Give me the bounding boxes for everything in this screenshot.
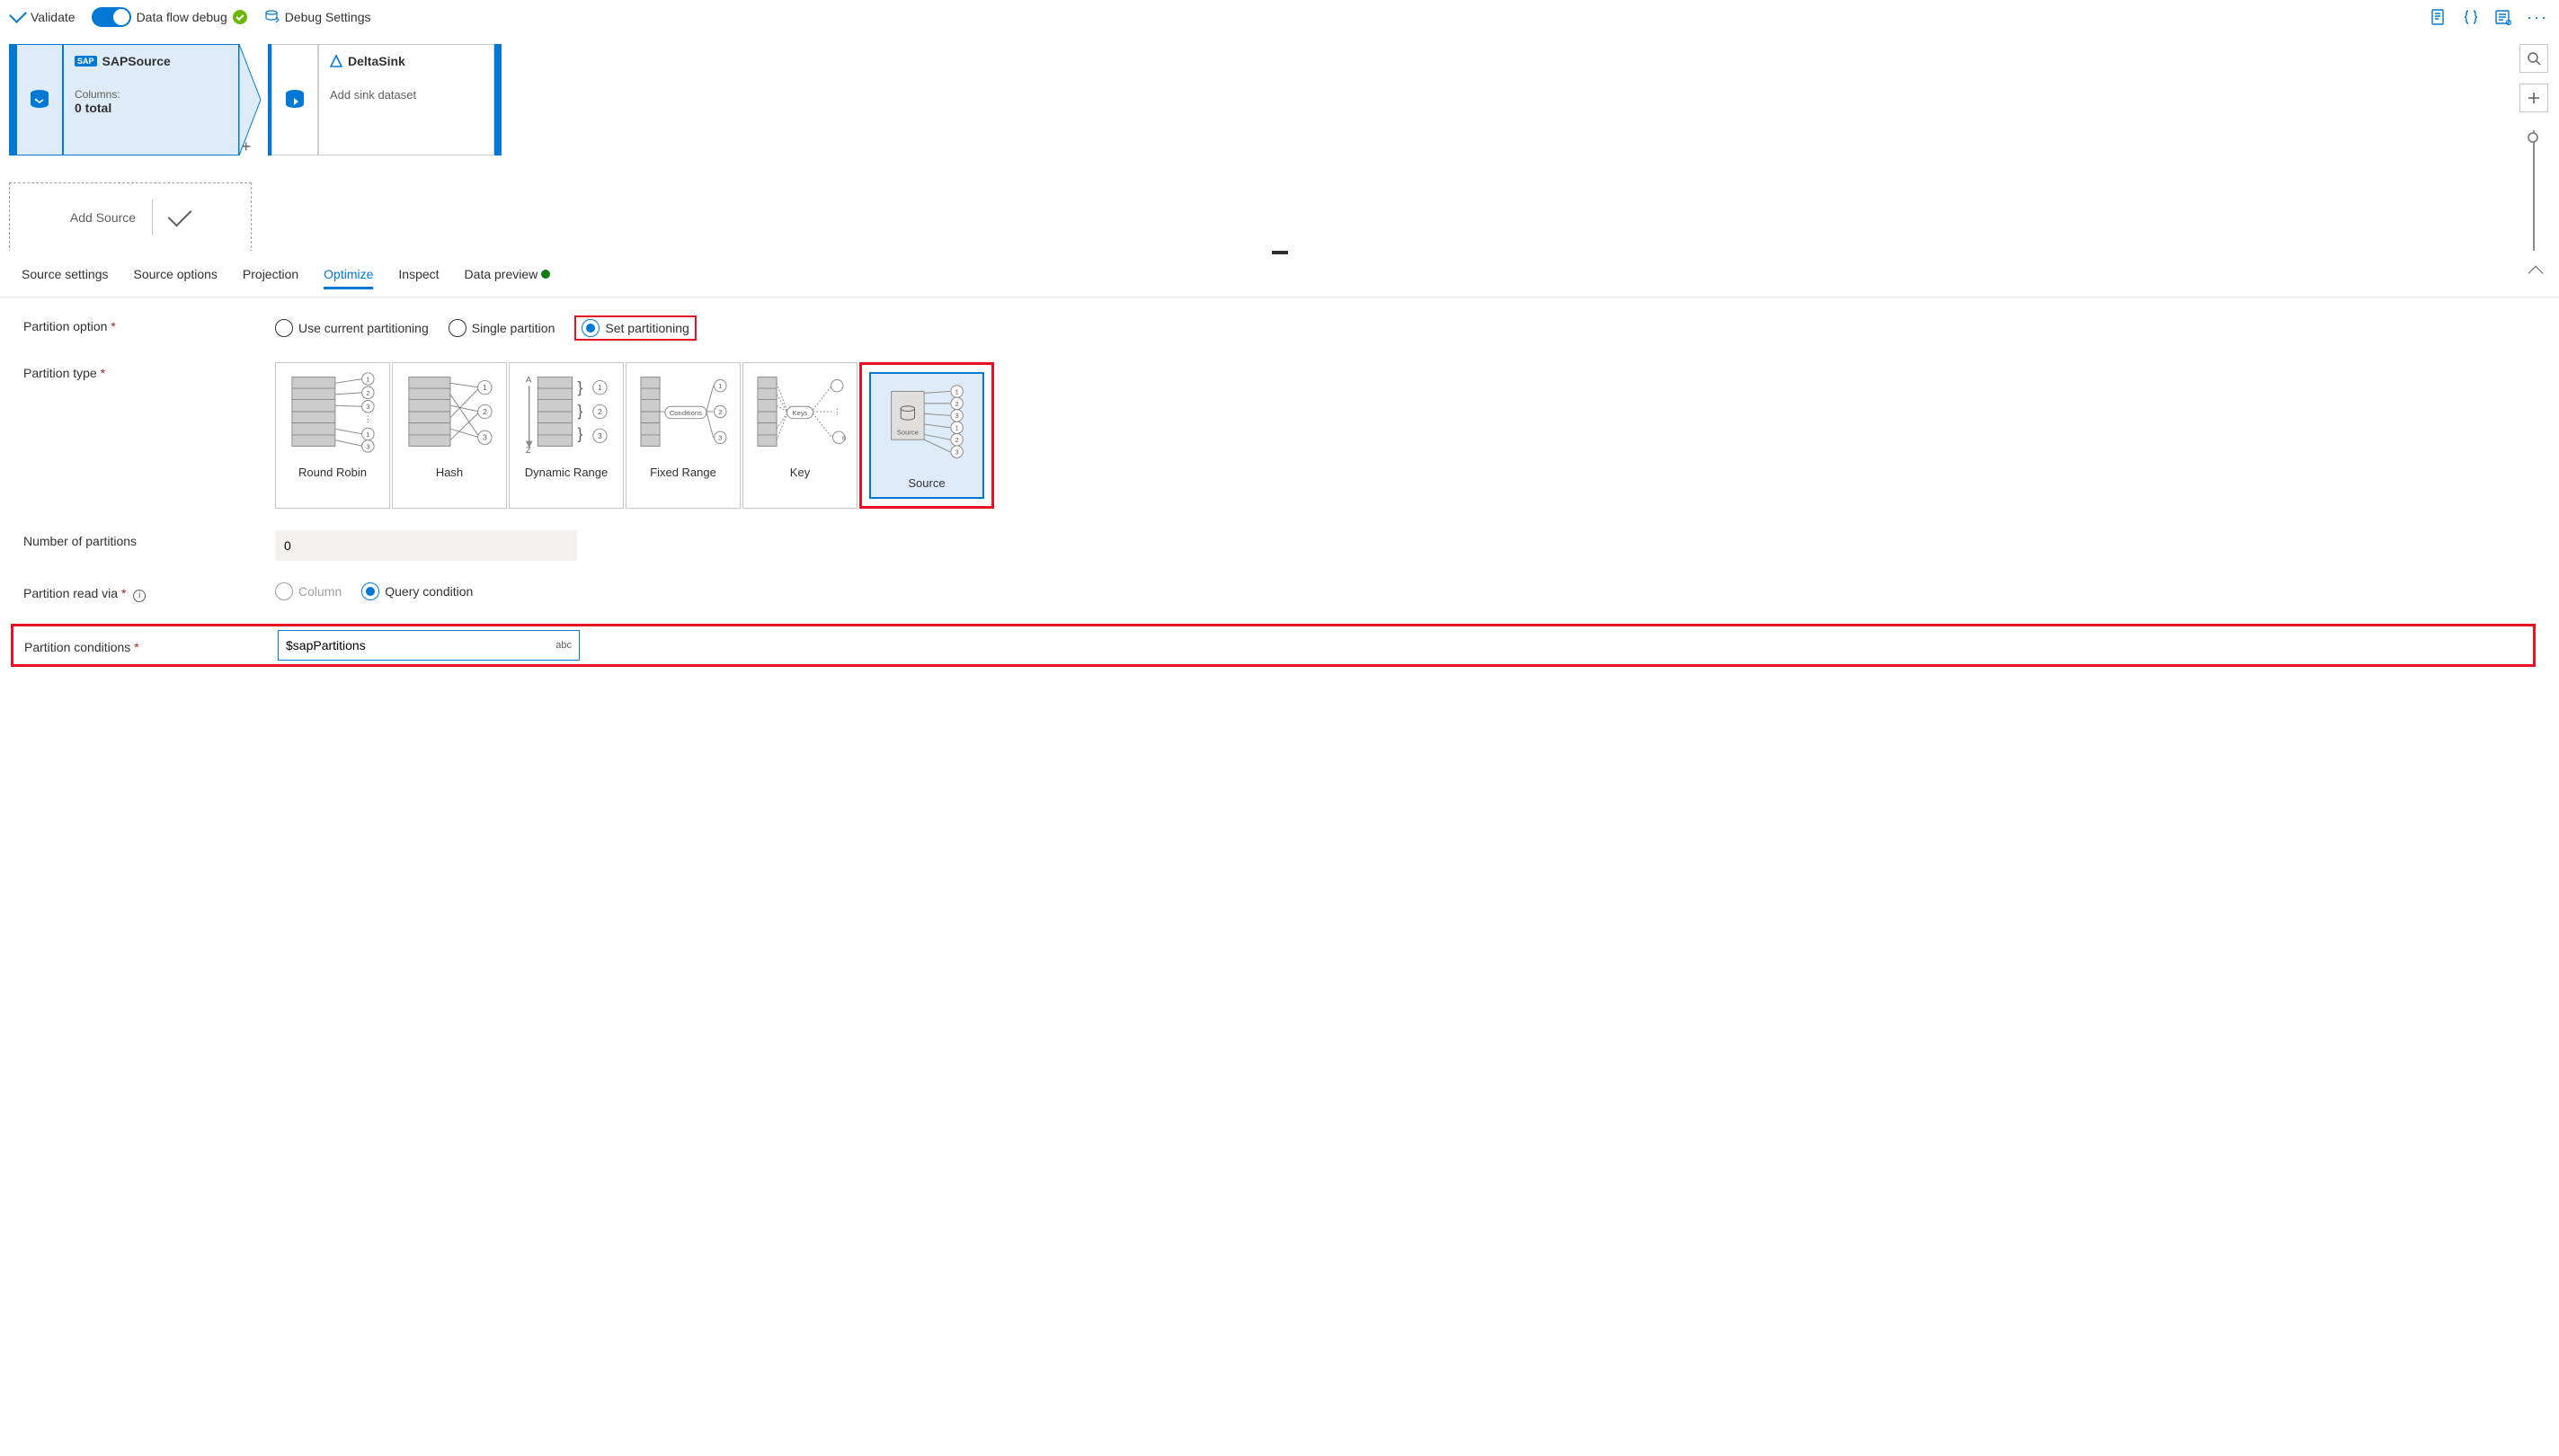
tab-projection[interactable]: Projection xyxy=(243,262,298,289)
tab-source-settings[interactable]: Source settings xyxy=(22,262,109,289)
svg-text:1: 1 xyxy=(955,424,958,432)
svg-text:3: 3 xyxy=(955,412,958,420)
tab-optimize[interactable]: Optimize xyxy=(324,262,373,289)
zoom-in-button[interactable] xyxy=(2519,84,2548,112)
svg-text:A: A xyxy=(526,375,532,385)
preview-status-dot xyxy=(541,270,550,279)
svg-text:}: } xyxy=(577,402,582,420)
source-node-title: SAPSource xyxy=(102,54,171,68)
ptype-fixed-range[interactable]: Conditions123 Fixed Range xyxy=(626,362,741,509)
collapse-panel-button[interactable] xyxy=(2530,267,2541,281)
properties-icon[interactable] xyxy=(2494,8,2512,26)
optimize-form: Partition option * Use current partition… xyxy=(0,297,2559,685)
panel-tabs: Source settings Source options Projectio… xyxy=(0,254,2559,297)
partition-option-label: Partition option * xyxy=(23,315,275,333)
ptype-source[interactable]: Source123123 Source xyxy=(869,372,984,499)
svg-text:}: } xyxy=(577,425,582,443)
ptype-hash[interactable]: 123 Hash xyxy=(392,362,507,509)
svg-text:3: 3 xyxy=(955,448,958,457)
ptype-round-robin[interactable]: 12313⋮ Round Robin xyxy=(275,362,390,509)
svg-text:3: 3 xyxy=(483,433,487,442)
svg-text:3: 3 xyxy=(598,431,602,440)
svg-text:Conditions: Conditions xyxy=(670,409,702,417)
svg-text:Source: Source xyxy=(897,428,919,436)
svg-text:⋮: ⋮ xyxy=(833,407,841,416)
svg-text:3: 3 xyxy=(718,434,722,442)
ptype-dynamic-range[interactable]: AZ}}}123 Dynamic Range xyxy=(509,362,624,509)
sap-icon: SAP xyxy=(75,56,97,67)
chevron-down-icon xyxy=(168,203,192,227)
zoom-slider[interactable] xyxy=(2533,130,2535,251)
radio-set-partitioning[interactable]: Set partitioning xyxy=(582,319,689,337)
radio-current-partitioning[interactable]: Use current partitioning xyxy=(275,319,429,337)
source-node[interactable]: SAPSAPSource Columns: 0 total + xyxy=(9,44,262,155)
tab-source-options[interactable]: Source options xyxy=(134,262,218,289)
sink-node-title: DeltaSink xyxy=(348,54,405,68)
read-via-label: Partition read via * i xyxy=(23,582,275,602)
search-canvas-button[interactable] xyxy=(2519,44,2548,73)
info-icon[interactable]: i xyxy=(133,590,146,602)
svg-text:1: 1 xyxy=(718,382,722,390)
svg-text:Z: Z xyxy=(526,446,531,455)
svg-text:1: 1 xyxy=(955,387,958,395)
svg-text:2: 2 xyxy=(598,407,602,416)
sink-node[interactable]: DeltaSink Add sink dataset xyxy=(268,44,502,155)
script-icon[interactable] xyxy=(2430,8,2448,26)
svg-text:2: 2 xyxy=(718,408,722,416)
sink-db-icon xyxy=(282,87,307,112)
sink-subtitle: Add sink dataset xyxy=(330,88,483,102)
source-columns-label: Columns: xyxy=(75,88,227,101)
debug-settings-button[interactable]: Debug Settings xyxy=(263,9,371,25)
tab-data-preview[interactable]: Data preview xyxy=(465,262,551,289)
svg-text:}: } xyxy=(577,378,582,396)
svg-text:1: 1 xyxy=(366,431,369,439)
abc-indicator: abc xyxy=(555,640,572,651)
svg-text:3: 3 xyxy=(366,442,369,450)
partition-type-label: Partition type * xyxy=(23,362,275,380)
ptype-key[interactable]: Keys⋮n Key xyxy=(742,362,857,509)
tab-inspect[interactable]: Inspect xyxy=(398,262,439,289)
add-source-label: Add Source xyxy=(70,210,136,225)
svg-text:1: 1 xyxy=(598,383,602,392)
debug-toggle[interactable] xyxy=(92,7,131,27)
braces-icon[interactable] xyxy=(2462,8,2480,26)
svg-text:2: 2 xyxy=(483,407,487,416)
status-ok-icon xyxy=(233,10,247,24)
svg-text:2: 2 xyxy=(366,389,369,397)
num-partitions-input[interactable] xyxy=(275,530,577,561)
radio-single-partition[interactable]: Single partition xyxy=(449,319,555,337)
conditions-label: Partition conditions * xyxy=(24,636,278,654)
top-toolbar: Validate Data flow debug Debug Settings … xyxy=(0,0,2559,35)
debug-settings-icon xyxy=(263,9,280,25)
svg-text:1: 1 xyxy=(483,383,487,392)
svg-text:Keys: Keys xyxy=(792,409,807,417)
svg-text:n: n xyxy=(842,434,846,442)
debug-toggle-label: Data flow debug xyxy=(137,10,227,24)
debug-settings-label: Debug Settings xyxy=(285,10,371,24)
source-db-icon xyxy=(27,87,52,112)
delta-icon xyxy=(330,55,342,67)
debug-toggle-group: Data flow debug xyxy=(92,7,247,27)
svg-text:1: 1 xyxy=(366,375,369,383)
conditions-input[interactable] xyxy=(286,638,555,653)
num-partitions-label: Number of partitions xyxy=(23,530,275,548)
radio-query-condition[interactable]: Query condition xyxy=(361,582,473,600)
check-icon xyxy=(9,5,27,23)
svg-text:2: 2 xyxy=(955,436,958,444)
add-source-button[interactable]: Add Source xyxy=(9,182,252,251)
svg-text:⋮: ⋮ xyxy=(364,415,373,425)
validate-label: Validate xyxy=(31,10,76,24)
radio-column: Column xyxy=(275,582,342,600)
more-icon[interactable]: ··· xyxy=(2527,8,2548,27)
svg-text:3: 3 xyxy=(366,403,369,411)
source-columns-count: 0 total xyxy=(75,101,227,115)
dataflow-canvas: SAPSAPSource Columns: 0 total + DeltaSin… xyxy=(0,35,2559,251)
validate-button[interactable]: Validate xyxy=(11,10,76,24)
svg-text:2: 2 xyxy=(955,400,958,408)
